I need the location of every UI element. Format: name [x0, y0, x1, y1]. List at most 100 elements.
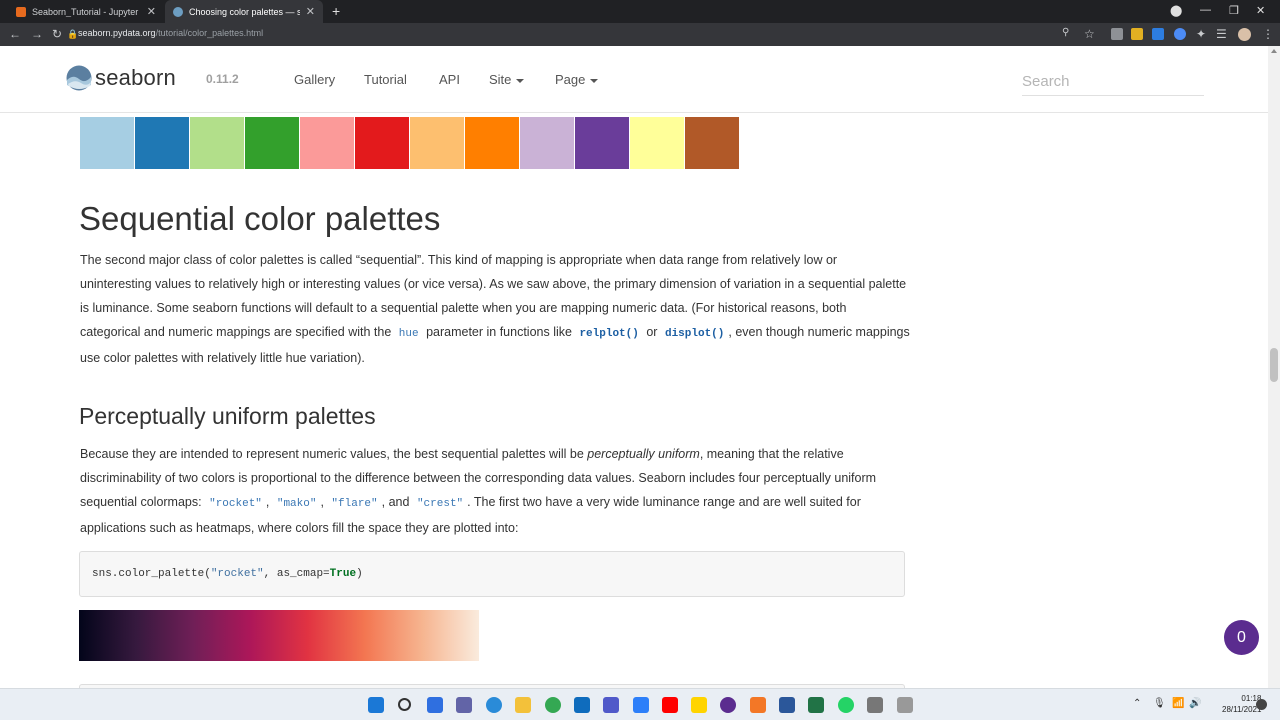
rocket-colormap-image [79, 610, 479, 661]
restore-icon[interactable]: ❐ [1229, 4, 1239, 17]
puzzle-extensions-icon[interactable]: ✦ [1196, 27, 1206, 41]
version-label: 0.11.2 [206, 72, 239, 86]
word-icon[interactable] [779, 697, 795, 713]
inline-code-crest: "crest" [416, 498, 464, 510]
scrollbar-thumb[interactable] [1270, 348, 1278, 382]
windows-start-icon[interactable] [368, 697, 384, 713]
close-tab-icon[interactable]: ✕ [306, 5, 315, 18]
zoom-icon[interactable]: ⚲ [1062, 27, 1069, 38]
code-string: "rocket" [210, 568, 264, 580]
youtube-icon[interactable] [662, 697, 678, 713]
inline-code-mako: "mako" [276, 498, 317, 510]
color-swatch [685, 117, 739, 169]
nav-page-dropdown[interactable]: Page [555, 72, 599, 87]
tab-seaborn[interactable]: Choosing color palettes — seaborn ✕ [165, 0, 323, 23]
url-host: seaborn.pydata.org [78, 28, 156, 38]
window-close-icon[interactable]: ✕ [1256, 4, 1265, 17]
lock-icon[interactable]: 🔒 [67, 29, 78, 40]
tab-jupyter[interactable]: Seaborn_Tutorial - Jupyter Notebook ✕ [8, 0, 164, 23]
code-text: sns.color_palette( [92, 568, 211, 580]
caret-down-icon [590, 78, 599, 83]
inline-code-hue: hue [398, 328, 419, 340]
caret-down-icon [516, 78, 525, 83]
excel-icon[interactable] [808, 697, 824, 713]
chat-icon[interactable] [456, 697, 472, 713]
code-keyword: True [329, 568, 357, 580]
wifi-icon[interactable]: 📶 [1172, 698, 1184, 709]
emphasis-text: perceptually uniform [587, 447, 700, 461]
task-view-icon[interactable] [427, 697, 443, 713]
paired-palette-swatches [80, 117, 740, 169]
sticky-notes-icon[interactable] [691, 697, 707, 713]
color-swatch [80, 117, 134, 169]
url-field[interactable]: seaborn.pydata.org/tutorial/color_palett… [78, 28, 263, 38]
sequential-paragraph: The second major class of color palettes… [80, 248, 910, 370]
tray-overflow-icon[interactable]: ⌃ [1133, 698, 1141, 709]
close-tab-icon[interactable]: ✕ [147, 5, 156, 18]
forward-icon[interactable]: → [31, 27, 43, 41]
seaborn-logo-icon[interactable] [66, 65, 92, 91]
app-icon[interactable] [897, 697, 913, 713]
code-block[interactable]: sns.color_palette("rocket", as_cmap=True… [79, 551, 905, 597]
seaborn-favicon-icon [173, 6, 183, 17]
site-navbar: seaborn 0.11.2 Gallery Tutorial API Site… [0, 46, 1280, 113]
jupyter-favicon-icon [16, 6, 26, 17]
back-icon[interactable]: ← [9, 27, 21, 41]
inline-code-rocket: "rocket" [209, 498, 262, 510]
color-swatch [245, 117, 299, 169]
avatar[interactable] [1238, 28, 1251, 41]
extension-icon[interactable] [1174, 28, 1186, 40]
color-swatch [300, 117, 354, 169]
search-icon[interactable] [398, 698, 411, 711]
extension-icon[interactable] [1111, 28, 1123, 40]
bookmark-star-icon[interactable]: ☆ [1084, 27, 1095, 41]
profile-menu-icon[interactable]: ⬤ [1170, 4, 1182, 17]
chrome-icon[interactable] [545, 697, 561, 713]
address-bar: ← → ↻ 🔒 seaborn.pydata.org/tutorial/colo… [0, 23, 1280, 46]
browser-menu-icon[interactable]: ⋮ [1262, 27, 1274, 41]
scroll-up-arrow-icon[interactable] [1271, 49, 1277, 53]
nav-gallery[interactable]: Gallery [294, 72, 335, 87]
extension-icon[interactable] [1152, 28, 1164, 40]
browser-tab-bar: Seaborn_Tutorial - Jupyter Notebook ✕ Ch… [0, 0, 1280, 23]
logo-text[interactable]: seaborn [95, 65, 176, 91]
teams-icon[interactable] [603, 697, 619, 713]
nav-site-dropdown[interactable]: Site [489, 72, 525, 87]
extension-icon[interactable] [1131, 28, 1143, 40]
app-icon[interactable] [720, 697, 736, 713]
file-explorer-icon[interactable] [515, 697, 531, 713]
displot-link[interactable]: displot() [661, 328, 728, 340]
todo-icon[interactable] [633, 697, 649, 713]
color-swatch [630, 117, 684, 169]
jupyter-icon[interactable] [750, 697, 766, 713]
edge-icon[interactable] [486, 697, 502, 713]
color-swatch [190, 117, 244, 169]
paragraph-text: parameter in functions like [426, 325, 572, 339]
search-input[interactable] [1022, 68, 1204, 96]
nav-api[interactable]: API [439, 72, 460, 87]
notification-center-icon[interactable] [1256, 699, 1267, 710]
perceptual-paragraph: Because they are intended to represent n… [80, 447, 877, 535]
whatsapp-icon[interactable] [838, 697, 854, 713]
volume-icon[interactable]: 🔊 [1189, 698, 1201, 709]
paragraph-text: or [646, 325, 658, 339]
color-swatch [410, 117, 464, 169]
microphone-icon[interactable]: 🎙 [1153, 698, 1166, 709]
paragraph-text: Because they are intended to represent n… [80, 447, 584, 461]
inline-code-flare: "flare" [331, 498, 378, 510]
relplot-link[interactable]: relplot() [575, 328, 642, 340]
color-swatch [465, 117, 519, 169]
nav-tutorial[interactable]: Tutorial [364, 72, 407, 87]
code-text: , as_cmap= [263, 568, 330, 580]
reload-icon[interactable]: ↻ [52, 27, 62, 41]
minimize-icon[interactable]: — [1200, 4, 1211, 16]
new-tab-icon[interactable]: + [332, 3, 340, 19]
taskbar: ⌃ 🎙 📶 🔊 01:18 28/11/2021 [0, 688, 1280, 720]
tab-title: Seaborn_Tutorial - Jupyter Notebook [32, 6, 141, 17]
reading-list-icon[interactable]: ☰ [1216, 27, 1227, 41]
app-icon[interactable] [867, 697, 883, 713]
notification-badge[interactable]: 0 [1224, 620, 1259, 655]
color-swatch [135, 117, 189, 169]
outlook-icon[interactable] [574, 697, 590, 713]
color-swatch [520, 117, 574, 169]
